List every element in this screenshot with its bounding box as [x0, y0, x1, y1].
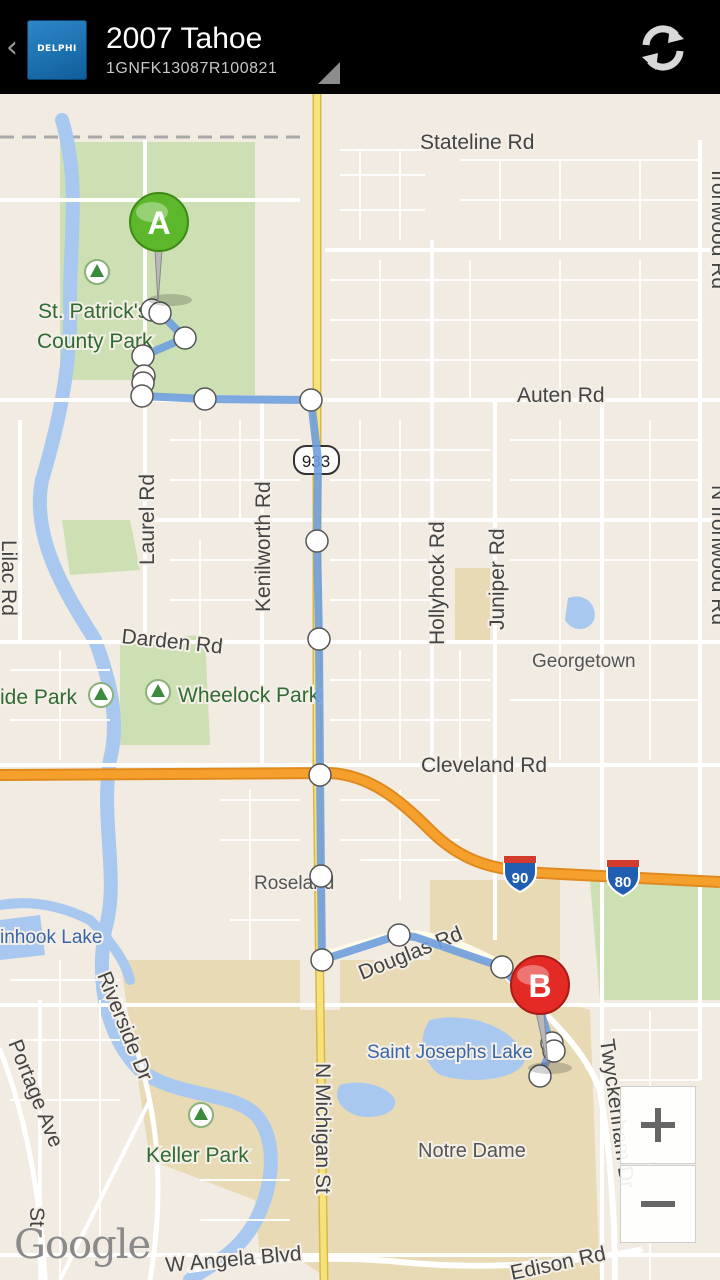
road-label-auten: Auten Rd	[517, 384, 605, 407]
place-label-wheelock: Wheelock Park	[178, 684, 320, 707]
park-tree-icon	[188, 1102, 214, 1128]
chevron-left-icon[interactable]: ‹	[6, 30, 18, 65]
google-attribution: Google	[14, 1222, 151, 1268]
place-label-notre-dame: Notre Dame	[418, 1140, 526, 1162]
park-tree-icon	[145, 679, 171, 705]
place-label-ide-park: ide Park	[0, 686, 78, 709]
waypoint-dot	[299, 388, 323, 412]
waypoint-dot	[387, 923, 411, 947]
road-label-hollyhock: Hollyhock Rd	[426, 521, 449, 645]
road-label-stateline: Stateline Rd	[420, 131, 534, 154]
road-label-kenilworth: Kenilworth Rd	[252, 481, 275, 612]
vehicle-vin[interactable]: 1GNFK13087R100821	[106, 60, 277, 78]
waypoint-dot	[173, 326, 197, 350]
road-label-cleveland: Cleveland Rd	[421, 754, 547, 777]
waypoint-dot	[490, 955, 514, 979]
road-label-ironwood-mid: N Ironwood Rd	[707, 485, 720, 625]
vehicle-title[interactable]: 2007 Tahoe	[106, 22, 262, 56]
map-view[interactable]: Stateline Rd Auten Rd Laurel Rd Kenilwor…	[0, 94, 720, 1280]
road-label-michigan: N Michigan St	[311, 1063, 334, 1194]
logo-text: DELPHI	[37, 44, 77, 54]
plus-icon	[641, 1108, 675, 1142]
place-label-keller: Keller Park	[146, 1144, 249, 1167]
zoom-in-button[interactable]	[620, 1086, 696, 1164]
park-tree-icon	[84, 259, 110, 285]
waypoint-dot	[130, 384, 154, 408]
waypoint-dot	[309, 864, 333, 888]
shield-90-text: 90	[512, 870, 529, 887]
road-label-lilac: Lilac Rd	[0, 540, 20, 616]
road-label-ironwood-top: Ironwood Rd	[707, 170, 720, 289]
marker-b-label: B	[528, 968, 551, 1004]
app-bar: ‹ DELPHI 2007 Tahoe 1GNFK13087R100821	[0, 0, 720, 94]
zoom-out-button[interactable]	[620, 1165, 696, 1243]
shield-80-text: 80	[615, 874, 632, 891]
waypoint-dot	[307, 627, 331, 651]
waypoint-dot	[305, 529, 329, 553]
waypoint-dot	[308, 763, 332, 787]
refresh-icon[interactable]	[637, 22, 689, 74]
road-label-laurel: Laurel Rd	[136, 474, 159, 565]
waypoint-dot	[193, 387, 217, 411]
park-tree-icon	[88, 682, 114, 708]
place-label-georgetown: Georgetown	[532, 651, 636, 672]
place-label-chain-lake: inhook Lake	[0, 927, 102, 948]
delphi-logo[interactable]: DELPHI	[27, 20, 87, 80]
minus-icon	[641, 1201, 675, 1207]
waypoint-dot	[310, 948, 334, 972]
dropdown-corner-icon[interactable]	[318, 62, 340, 84]
place-label-st-patrick-1: St. Patrick's	[38, 300, 148, 323]
road-label-juniper: Juniper Rd	[486, 528, 509, 630]
waypoint-dot	[131, 344, 155, 368]
marker-a-label: A	[147, 205, 170, 241]
place-label-saint-josephs: Saint Josephs Lake	[367, 1042, 533, 1063]
